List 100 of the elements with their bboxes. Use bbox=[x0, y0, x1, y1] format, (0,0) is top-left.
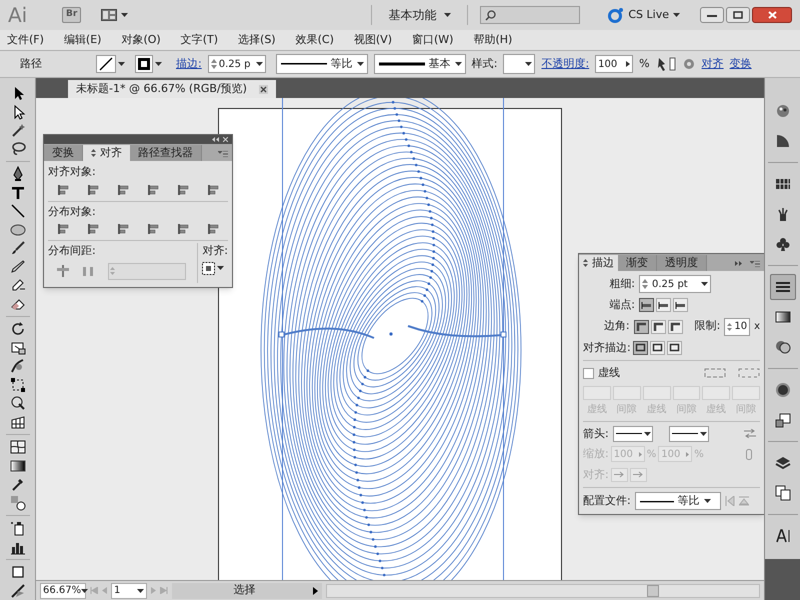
menu-item[interactable]: 对象(O) bbox=[118, 32, 164, 48]
color-icon[interactable] bbox=[774, 103, 790, 119]
spinner-icon[interactable] bbox=[727, 322, 732, 332]
caret-icon[interactable] bbox=[701, 282, 708, 286]
align-dash-icon[interactable] bbox=[738, 368, 760, 378]
bevel-join-button[interactable] bbox=[668, 320, 683, 334]
caret-icon[interactable] bbox=[356, 62, 364, 66]
document-tab[interactable]: 未标题-1* @ 66.67% (RGB/预览) bbox=[68, 80, 276, 98]
graphic-style-dropdown[interactable] bbox=[503, 54, 536, 74]
type-icon[interactable] bbox=[10, 184, 26, 201]
color-guide-icon[interactable] bbox=[774, 133, 790, 149]
align-inside-button[interactable] bbox=[650, 340, 665, 355]
artboards-icon[interactable] bbox=[774, 485, 790, 501]
dash-field[interactable] bbox=[612, 386, 641, 400]
close-icon[interactable] bbox=[258, 84, 268, 94]
artboard-icon[interactable] bbox=[10, 564, 26, 580]
recolor-artwork-icon[interactable] bbox=[656, 56, 676, 72]
maximize-button[interactable] bbox=[726, 7, 750, 23]
shape-builder-icon[interactable] bbox=[10, 395, 26, 412]
align-left-icon[interactable] bbox=[56, 184, 70, 196]
caret-icon[interactable] bbox=[644, 432, 651, 436]
brush-dropdown[interactable]: 基本 bbox=[374, 54, 466, 74]
caret-icon[interactable] bbox=[700, 432, 707, 436]
workspace-dropdown[interactable]: 基本功能 bbox=[384, 6, 456, 24]
collapse-icon[interactable] bbox=[212, 137, 219, 142]
bridge-button[interactable]: Br bbox=[62, 7, 82, 23]
dash-field[interactable] bbox=[672, 386, 700, 400]
ellipse-icon[interactable] bbox=[10, 222, 26, 238]
layers-icon[interactable] bbox=[774, 455, 790, 471]
swatches-icon[interactable] bbox=[774, 176, 790, 192]
lasso-icon[interactable] bbox=[10, 140, 26, 157]
caret-icon[interactable] bbox=[673, 13, 680, 17]
spacing-field[interactable] bbox=[108, 262, 186, 280]
caret-icon[interactable] bbox=[256, 62, 263, 66]
preserve-dash-icon[interactable] bbox=[704, 368, 726, 378]
round-cap-button[interactable] bbox=[656, 298, 671, 312]
status-menu-button[interactable]: 选择 bbox=[172, 582, 322, 598]
caret-icon[interactable] bbox=[217, 266, 224, 270]
butt-cap-button[interactable] bbox=[639, 298, 654, 312]
menu-item[interactable]: 选择(S) bbox=[235, 32, 279, 48]
panel-tab[interactable]: 变换 bbox=[44, 145, 83, 161]
scrollbar-thumb[interactable] bbox=[647, 584, 659, 596]
caret-icon[interactable] bbox=[704, 499, 711, 503]
transform-link[interactable]: 变换 bbox=[730, 56, 752, 72]
menu-item[interactable]: 窗口(W) bbox=[408, 32, 456, 48]
line-segment-icon[interactable] bbox=[10, 203, 26, 220]
variable-width-profile-dropdown[interactable]: 等比 bbox=[276, 54, 368, 74]
caret-icon[interactable] bbox=[121, 13, 128, 17]
opacity-link[interactable]: 不透明度: bbox=[541, 56, 590, 72]
minimize-button[interactable] bbox=[700, 7, 724, 23]
panel-menu-icon[interactable] bbox=[750, 261, 760, 267]
caret-icon[interactable] bbox=[454, 62, 462, 66]
caret-icon[interactable] bbox=[444, 13, 452, 17]
panel-tab[interactable]: 路径查找器 bbox=[130, 145, 202, 161]
menu-item[interactable]: 文件(F) bbox=[4, 32, 47, 48]
page-field[interactable]: 1 bbox=[111, 582, 147, 598]
appearance-icon[interactable] bbox=[774, 382, 790, 398]
fill-color-dropdown[interactable] bbox=[135, 55, 162, 73]
perspective-grid-icon[interactable] bbox=[10, 414, 26, 430]
warp-icon[interactable] bbox=[10, 358, 26, 374]
zoom-field[interactable]: 66.67% bbox=[40, 582, 86, 598]
align-center-button[interactable] bbox=[632, 340, 648, 355]
menu-item[interactable]: 文字(T) bbox=[178, 32, 222, 48]
panel-tab[interactable]: 描边 bbox=[579, 255, 618, 271]
arrange-documents-button[interactable] bbox=[101, 9, 128, 21]
caret-icon[interactable] bbox=[137, 588, 144, 592]
vertical-spacing-icon[interactable] bbox=[56, 265, 70, 277]
dashed-line-checkbox[interactable] bbox=[583, 368, 594, 379]
pencil-icon[interactable] bbox=[10, 258, 26, 275]
width-profile-dropdown[interactable]: 等比 bbox=[634, 492, 721, 510]
miter-limit-field[interactable]: 10 bbox=[724, 318, 750, 336]
panel-menu-icon[interactable] bbox=[218, 151, 228, 157]
brush-icon[interactable] bbox=[10, 240, 26, 256]
caret-icon[interactable] bbox=[155, 62, 162, 66]
dash-field[interactable] bbox=[732, 386, 760, 400]
caret-icon[interactable] bbox=[81, 588, 88, 592]
swap-arrows-icon[interactable] bbox=[744, 429, 756, 438]
horizontal-scrollbar[interactable] bbox=[326, 584, 760, 598]
dash-field[interactable] bbox=[642, 386, 670, 400]
spinner-icon[interactable] bbox=[210, 58, 217, 70]
stroke-icon[interactable] bbox=[774, 279, 790, 295]
align-link[interactable]: 对齐 bbox=[702, 56, 724, 72]
panel-tab[interactable]: 渐变 bbox=[618, 255, 657, 271]
menu-item[interactable]: 效果(C) bbox=[292, 32, 337, 48]
arrow-icon[interactable] bbox=[626, 61, 630, 67]
search-field[interactable] bbox=[480, 6, 580, 24]
magic-wand-icon[interactable] bbox=[10, 122, 26, 138]
graphic-styles-icon[interactable] bbox=[774, 412, 790, 428]
end-arrowhead-dropdown[interactable] bbox=[668, 426, 709, 442]
eyedropper-icon[interactable] bbox=[10, 476, 26, 492]
stroke-weight-field[interactable]: 0.25 p bbox=[208, 55, 266, 73]
free-transform-icon[interactable] bbox=[10, 376, 26, 393]
dash-field[interactable] bbox=[583, 386, 611, 400]
transparency-icon[interactable] bbox=[774, 339, 790, 355]
blend-icon[interactable] bbox=[10, 494, 26, 511]
opacity-field[interactable]: 100 bbox=[595, 55, 634, 73]
character-icon[interactable] bbox=[774, 528, 790, 544]
expand-icon[interactable] bbox=[91, 149, 96, 157]
stroke-link[interactable]: 描边: bbox=[176, 56, 202, 72]
stroke-color-dropdown[interactable] bbox=[96, 55, 125, 73]
